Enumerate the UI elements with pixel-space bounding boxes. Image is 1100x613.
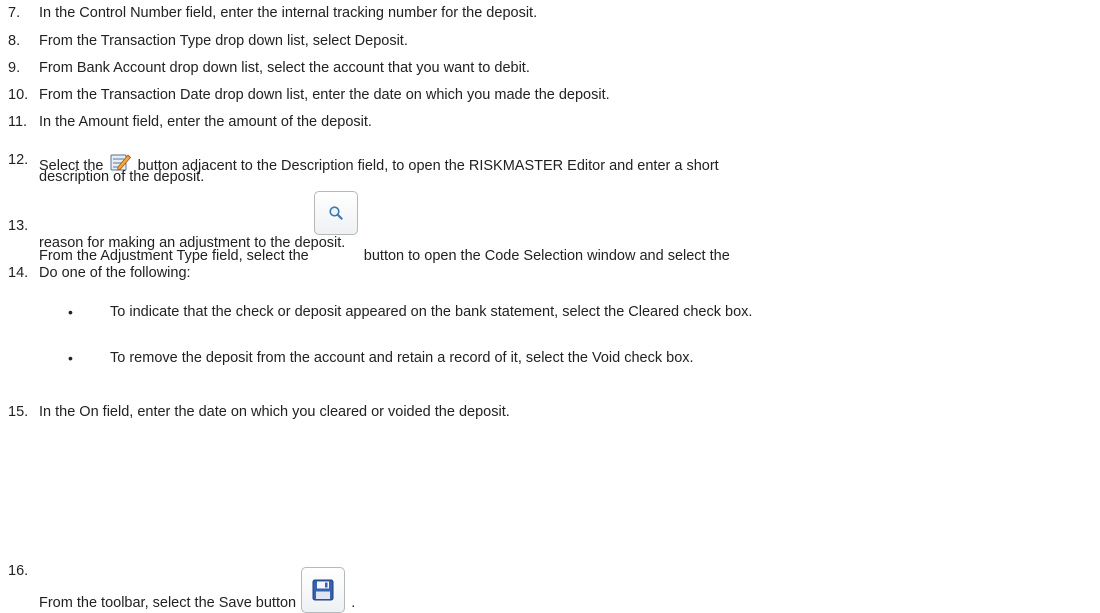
- step-text-line-2: reason for making an adjustment to the d…: [39, 235, 346, 251]
- bullet-text: To indicate that the check or deposit ap…: [110, 304, 753, 320]
- step-number: 9.: [8, 60, 21, 76]
- step-number: 8.: [8, 33, 21, 49]
- step-text-after: .: [351, 595, 356, 611]
- step-text: In the Control Number field, enter the i…: [39, 5, 538, 21]
- step-text: Do one of the following:: [39, 265, 191, 281]
- step-text: From Bank Account drop down list, select…: [39, 60, 530, 76]
- step-number: 10.: [8, 87, 29, 103]
- step-text: From the toolbar, select the Save button…: [39, 563, 1079, 613]
- step-number: 14.: [8, 265, 29, 281]
- step-text-line-1: From the Adjustment Type field, select t…: [39, 191, 1079, 264]
- bullet-icon: •: [68, 350, 73, 366]
- step-text: In the On field, enter the date on which…: [39, 404, 510, 420]
- save-icon: [312, 579, 334, 601]
- step-number: 16.: [8, 563, 29, 579]
- step-text: In the Amount field, enter the amount of…: [39, 114, 372, 130]
- step-number: 12.: [8, 152, 29, 168]
- step-number: 7.: [8, 5, 21, 21]
- step-text-line-2: description of the deposit.: [39, 169, 205, 185]
- search-icon: [329, 206, 343, 220]
- step-number: 15.: [8, 404, 29, 420]
- step-text-before: From the toolbar, select the Save button: [39, 595, 297, 611]
- step-number: 11.: [8, 114, 28, 130]
- lookup-button[interactable]: [313, 191, 358, 235]
- step-number: 13.: [8, 218, 29, 234]
- step-text: From the Transaction Date drop down list…: [39, 87, 610, 103]
- bullet-text: To remove the deposit from the account a…: [110, 350, 694, 366]
- bullet-icon: •: [68, 304, 73, 320]
- step-text: From the Transaction Type drop down list…: [39, 33, 408, 49]
- save-button[interactable]: [301, 567, 346, 613]
